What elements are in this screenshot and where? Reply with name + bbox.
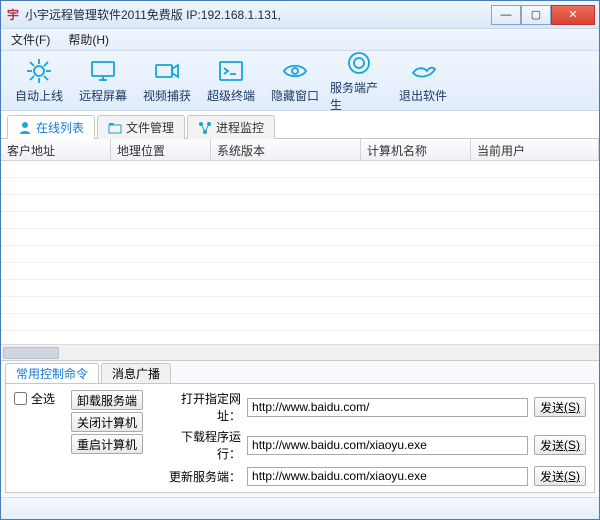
table-row	[1, 178, 599, 195]
shutdown-button[interactable]: 关闭计算机	[71, 412, 143, 432]
col-geo[interactable]: 地理位置	[111, 139, 211, 160]
tab-process-monitor[interactable]: 进程监控	[187, 115, 275, 139]
select-all-checkbox[interactable]	[14, 392, 27, 405]
server-gen-button[interactable]: 服务端产生	[329, 55, 389, 107]
send-button[interactable]: 发送(S)	[534, 397, 586, 417]
toolbar-label: 隐藏窗口	[271, 87, 319, 104]
remote-screen-button[interactable]: 远程屏幕	[73, 55, 133, 107]
eye-icon	[281, 57, 309, 85]
commands-panel: 全选 卸载服务端 关闭计算机 重启计算机 打开指定网址： 发送(S) 下载程序运…	[5, 383, 595, 493]
maximize-button[interactable]: ▢	[521, 5, 551, 25]
table-row	[1, 297, 599, 314]
open-url-row: 打开指定网址： 发送(S)	[159, 390, 586, 424]
titlebar[interactable]: 宇 小宇远程管理软件2011免费版 IP:192.168.1.131, — ▢ …	[1, 1, 599, 29]
toolbar-label: 退出软件	[399, 87, 447, 104]
send-button[interactable]: 发送(S)	[534, 435, 586, 455]
col-pc-name[interactable]: 计算机名称	[361, 139, 471, 160]
tab-label: 文件管理	[126, 119, 174, 136]
hide-window-button[interactable]: 隐藏窗口	[265, 55, 325, 107]
menu-help[interactable]: 帮助(H)	[64, 29, 113, 50]
window-title: 小宇远程管理软件2011免费版 IP:192.168.1.131,	[25, 6, 491, 23]
toolbar-label: 远程屏幕	[79, 87, 127, 104]
toolbar-label: 视频捕获	[143, 87, 191, 104]
open-url-label: 打开指定网址：	[159, 390, 241, 424]
nodes-icon	[198, 121, 212, 135]
table-row	[1, 161, 599, 178]
table-row	[1, 314, 599, 331]
camera-icon	[153, 57, 181, 85]
scrollbar-thumb[interactable]	[3, 347, 59, 359]
horizontal-scrollbar[interactable]	[1, 344, 599, 360]
download-label: 下载程序运行：	[159, 428, 241, 462]
download-row: 下载程序运行： 发送(S)	[159, 428, 586, 462]
table-body[interactable]	[1, 161, 599, 344]
tab-label: 在线列表	[36, 119, 84, 136]
video-capture-button[interactable]: 视频捕获	[137, 55, 197, 107]
select-all-label: 全选	[31, 390, 55, 407]
status-bar	[1, 497, 599, 519]
toolbar-label: 超级终端	[207, 87, 255, 104]
update-input[interactable]	[247, 467, 528, 486]
update-row: 更新服务端： 发送(S)	[159, 466, 586, 486]
user-icon	[18, 121, 32, 135]
tab-broadcast[interactable]: 消息广播	[101, 363, 171, 383]
app-window: 宇 小宇远程管理软件2011免费版 IP:192.168.1.131, — ▢ …	[0, 0, 600, 520]
main-tabs: 在线列表 文件管理 进程监控	[1, 111, 599, 139]
auto-online-button[interactable]: 自动上线	[9, 55, 69, 107]
update-label: 更新服务端：	[159, 468, 241, 485]
bird-icon	[409, 57, 437, 85]
close-button[interactable]: ✕	[551, 5, 595, 25]
left-column: 全选	[14, 390, 55, 486]
table-row	[1, 263, 599, 280]
download-input[interactable]	[247, 436, 528, 455]
gear-icon	[345, 49, 373, 77]
menu-file[interactable]: 文件(F)	[7, 29, 54, 50]
action-buttons: 卸载服务端 关闭计算机 重启计算机	[71, 390, 143, 486]
send-button[interactable]: 发送(S)	[534, 466, 586, 486]
terminal-icon	[217, 57, 245, 85]
toolbar-label: 服务端产生	[330, 79, 388, 113]
table-row	[1, 229, 599, 246]
url-rows: 打开指定网址： 发送(S) 下载程序运行： 发送(S) 更新服务端： 发送(S)	[159, 390, 586, 486]
tab-file-manage[interactable]: 文件管理	[97, 115, 185, 139]
tab-online-list[interactable]: 在线列表	[7, 115, 95, 139]
super-terminal-button[interactable]: 超级终端	[201, 55, 261, 107]
toolbar: 自动上线 远程屏幕 视频捕获 超级终端 隐藏窗口 服务端产生 退出软件	[1, 51, 599, 111]
exit-button[interactable]: 退出软件	[393, 55, 453, 107]
table-row	[1, 246, 599, 263]
toolbar-label: 自动上线	[15, 87, 63, 104]
window-controls: — ▢ ✕	[491, 5, 595, 25]
tab-commands[interactable]: 常用控制命令	[5, 363, 99, 383]
tab-label: 进程监控	[216, 119, 264, 136]
col-sys-ver[interactable]: 系统版本	[211, 139, 361, 160]
app-icon: 宇	[5, 7, 21, 23]
network-icon	[25, 57, 53, 85]
col-client-addr[interactable]: 客户地址	[1, 139, 111, 160]
table-header: 客户地址 地理位置 系统版本 计算机名称 当前用户	[1, 139, 599, 161]
bottom-tabs: 常用控制命令 消息广播	[1, 361, 599, 383]
col-cur-user[interactable]: 当前用户	[471, 139, 599, 160]
table-row	[1, 212, 599, 229]
monitor-icon	[89, 57, 117, 85]
open-url-input[interactable]	[247, 398, 528, 417]
table-row	[1, 195, 599, 212]
folder-icon	[108, 121, 122, 135]
restart-button[interactable]: 重启计算机	[71, 434, 143, 454]
menubar: 文件(F) 帮助(H)	[1, 29, 599, 51]
bottom-pane: 常用控制命令 消息广播 全选 卸载服务端 关闭计算机 重启计算机 打开指定网址：…	[1, 360, 599, 497]
minimize-button[interactable]: —	[491, 5, 521, 25]
uninstall-button[interactable]: 卸载服务端	[71, 390, 143, 410]
table-row	[1, 280, 599, 297]
